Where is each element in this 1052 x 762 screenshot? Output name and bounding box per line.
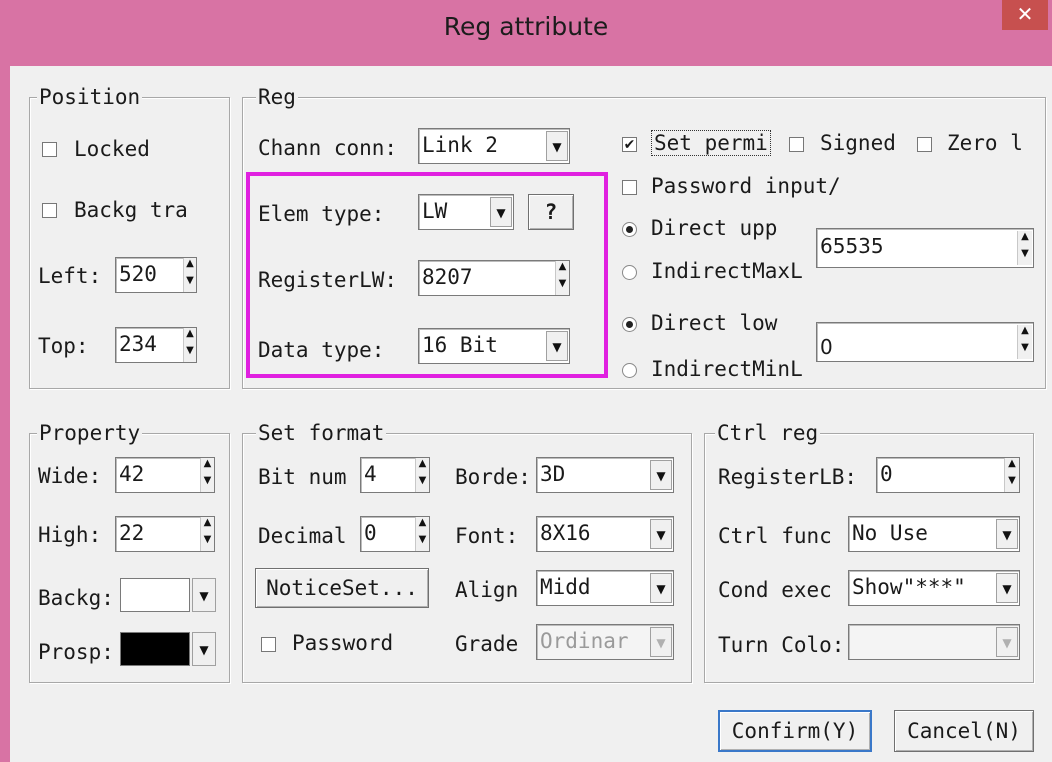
bit-num-spin-down[interactable]: ▼ <box>415 475 429 492</box>
chann-conn-label: Chann conn: <box>258 136 398 160</box>
chevron-down-icon: ▼ <box>996 627 1018 657</box>
turn-color-label: Turn Colo: <box>718 633 845 657</box>
align-label: Align <box>455 578 519 602</box>
reg-legend: Reg <box>256 85 298 109</box>
window-frame <box>0 66 10 762</box>
zero-checkbox[interactable] <box>917 137 932 152</box>
register-lb-spin-down[interactable]: ▼ <box>1004 475 1019 492</box>
cancel-button[interactable]: Cancel(N) <box>894 710 1034 752</box>
high-spin-down[interactable]: ▼ <box>200 534 214 551</box>
wide-label: Wide: <box>38 464 102 488</box>
top-spin-down[interactable]: ▼ <box>183 345 196 362</box>
notice-set-button[interactable]: NoticeSet... <box>255 568 429 608</box>
grade-label: Grade <box>455 632 519 656</box>
chevron-down-icon[interactable]: ▼ <box>192 578 216 612</box>
cond-exec-label: Cond exec <box>718 578 832 602</box>
register-lb-spin-up[interactable]: ▲ <box>1004 458 1019 475</box>
wide-spin-up[interactable]: ▲ <box>200 458 214 475</box>
font-label: Font: <box>455 524 519 548</box>
chevron-down-icon[interactable]: ▼ <box>996 573 1018 603</box>
cond-exec-select[interactable]: Show"***" <box>848 570 1020 606</box>
password-checkbox[interactable] <box>261 637 276 652</box>
set-format-legend: Set format <box>256 421 387 445</box>
register-lb-input[interactable]: 0 <box>876 457 1020 493</box>
ctrl-func-select[interactable]: No Use <box>848 516 1020 552</box>
top-label: Top: <box>38 334 89 358</box>
direct-lower-input[interactable]: 0 <box>816 322 1034 362</box>
backg-transparent-checkbox[interactable] <box>42 203 57 218</box>
signed-checkbox[interactable] <box>789 137 804 152</box>
left-spin-down[interactable]: ▼ <box>183 275 196 292</box>
prosp-label: Prosp: <box>38 640 114 664</box>
locked-checkbox[interactable] <box>42 142 57 157</box>
chevron-down-icon[interactable]: ▼ <box>192 632 216 666</box>
ctrl-reg-legend: Ctrl reg <box>715 421 821 445</box>
backg-label: Backg: <box>38 586 114 610</box>
chevron-down-icon[interactable]: ▼ <box>546 131 568 161</box>
turn-color-select <box>848 624 1020 660</box>
data-type-label: Data type: <box>258 338 385 362</box>
password-input-label: Password input/ <box>651 174 841 198</box>
decimal-spin-down[interactable]: ▼ <box>415 534 429 551</box>
chevron-down-icon: ▼ <box>650 627 672 657</box>
window-title: Reg attribute <box>443 12 609 41</box>
high-label: High: <box>38 523 102 547</box>
ctrl-func-label: Ctrl func <box>718 524 832 548</box>
chevron-down-icon[interactable]: ▼ <box>650 460 672 490</box>
prosp-color-swatch[interactable] <box>120 632 190 666</box>
decimal-spin-up[interactable]: ▲ <box>415 517 429 534</box>
direct-lower-radio[interactable] <box>622 317 637 332</box>
lower-spin-up[interactable]: ▲ <box>1017 325 1032 342</box>
direct-upper-input[interactable]: 65535 <box>816 228 1034 268</box>
chevron-down-icon[interactable]: ▼ <box>650 519 672 549</box>
indirect-min-radio[interactable] <box>622 363 637 378</box>
password-input-checkbox[interactable] <box>622 180 637 195</box>
elem-type-label: Elem type: <box>258 202 385 226</box>
position-legend: Position <box>37 85 143 109</box>
lower-spin-down[interactable]: ▼ <box>1017 342 1032 359</box>
chevron-down-icon[interactable]: ▼ <box>490 197 512 227</box>
bit-num-spin-up[interactable]: ▲ <box>415 458 429 475</box>
help-button[interactable]: ? <box>528 194 574 230</box>
bit-num-label: Bit num <box>258 465 347 489</box>
register-input[interactable]: 8207 <box>418 260 570 296</box>
indirect-max-label: IndirectMaxL <box>651 259 803 283</box>
upper-spin-down[interactable]: ▼ <box>1017 248 1032 265</box>
password-label: Password <box>292 631 394 655</box>
left-spin-up[interactable]: ▲ <box>183 258 196 275</box>
decimal-label: Decimal <box>258 524 347 548</box>
register-label: RegisterLW: <box>258 268 398 292</box>
chevron-down-icon[interactable]: ▼ <box>996 519 1018 549</box>
locked-label: Locked <box>74 137 150 161</box>
wide-spin-down[interactable]: ▼ <box>200 475 214 492</box>
left-label: Left: <box>38 264 102 288</box>
upper-spin-up[interactable]: ▲ <box>1017 231 1032 248</box>
zero-label: Zero l <box>947 131 1023 155</box>
close-button[interactable]: ✕ <box>1002 0 1048 30</box>
chevron-down-icon[interactable]: ▼ <box>650 573 672 603</box>
backg-transparent-label: Backg tra <box>74 198 188 222</box>
direct-upper-radio[interactable] <box>622 222 637 237</box>
confirm-button[interactable]: Confirm(Y) <box>718 710 872 752</box>
border-label: Borde: <box>455 465 531 489</box>
direct-lower-label: Direct low <box>651 311 778 335</box>
register-spin-up[interactable]: ▲ <box>555 261 569 278</box>
property-legend: Property <box>37 421 143 445</box>
backg-color-swatch[interactable] <box>120 578 190 612</box>
signed-label: Signed <box>820 131 896 155</box>
register-spin-down[interactable]: ▼ <box>555 278 569 295</box>
indirect-max-radio[interactable] <box>622 265 637 280</box>
top-spin-up[interactable]: ▲ <box>183 328 196 345</box>
high-spin-up[interactable]: ▲ <box>200 517 214 534</box>
indirect-min-label: IndirectMinL <box>651 357 803 381</box>
chevron-down-icon[interactable]: ▼ <box>546 331 568 361</box>
direct-upper-label: Direct upp <box>651 216 778 240</box>
register-lb-label: RegisterLB: <box>718 465 858 489</box>
set-permit-checkbox[interactable]: ✔ <box>622 137 637 153</box>
set-permit-label: Set permi <box>651 130 771 156</box>
